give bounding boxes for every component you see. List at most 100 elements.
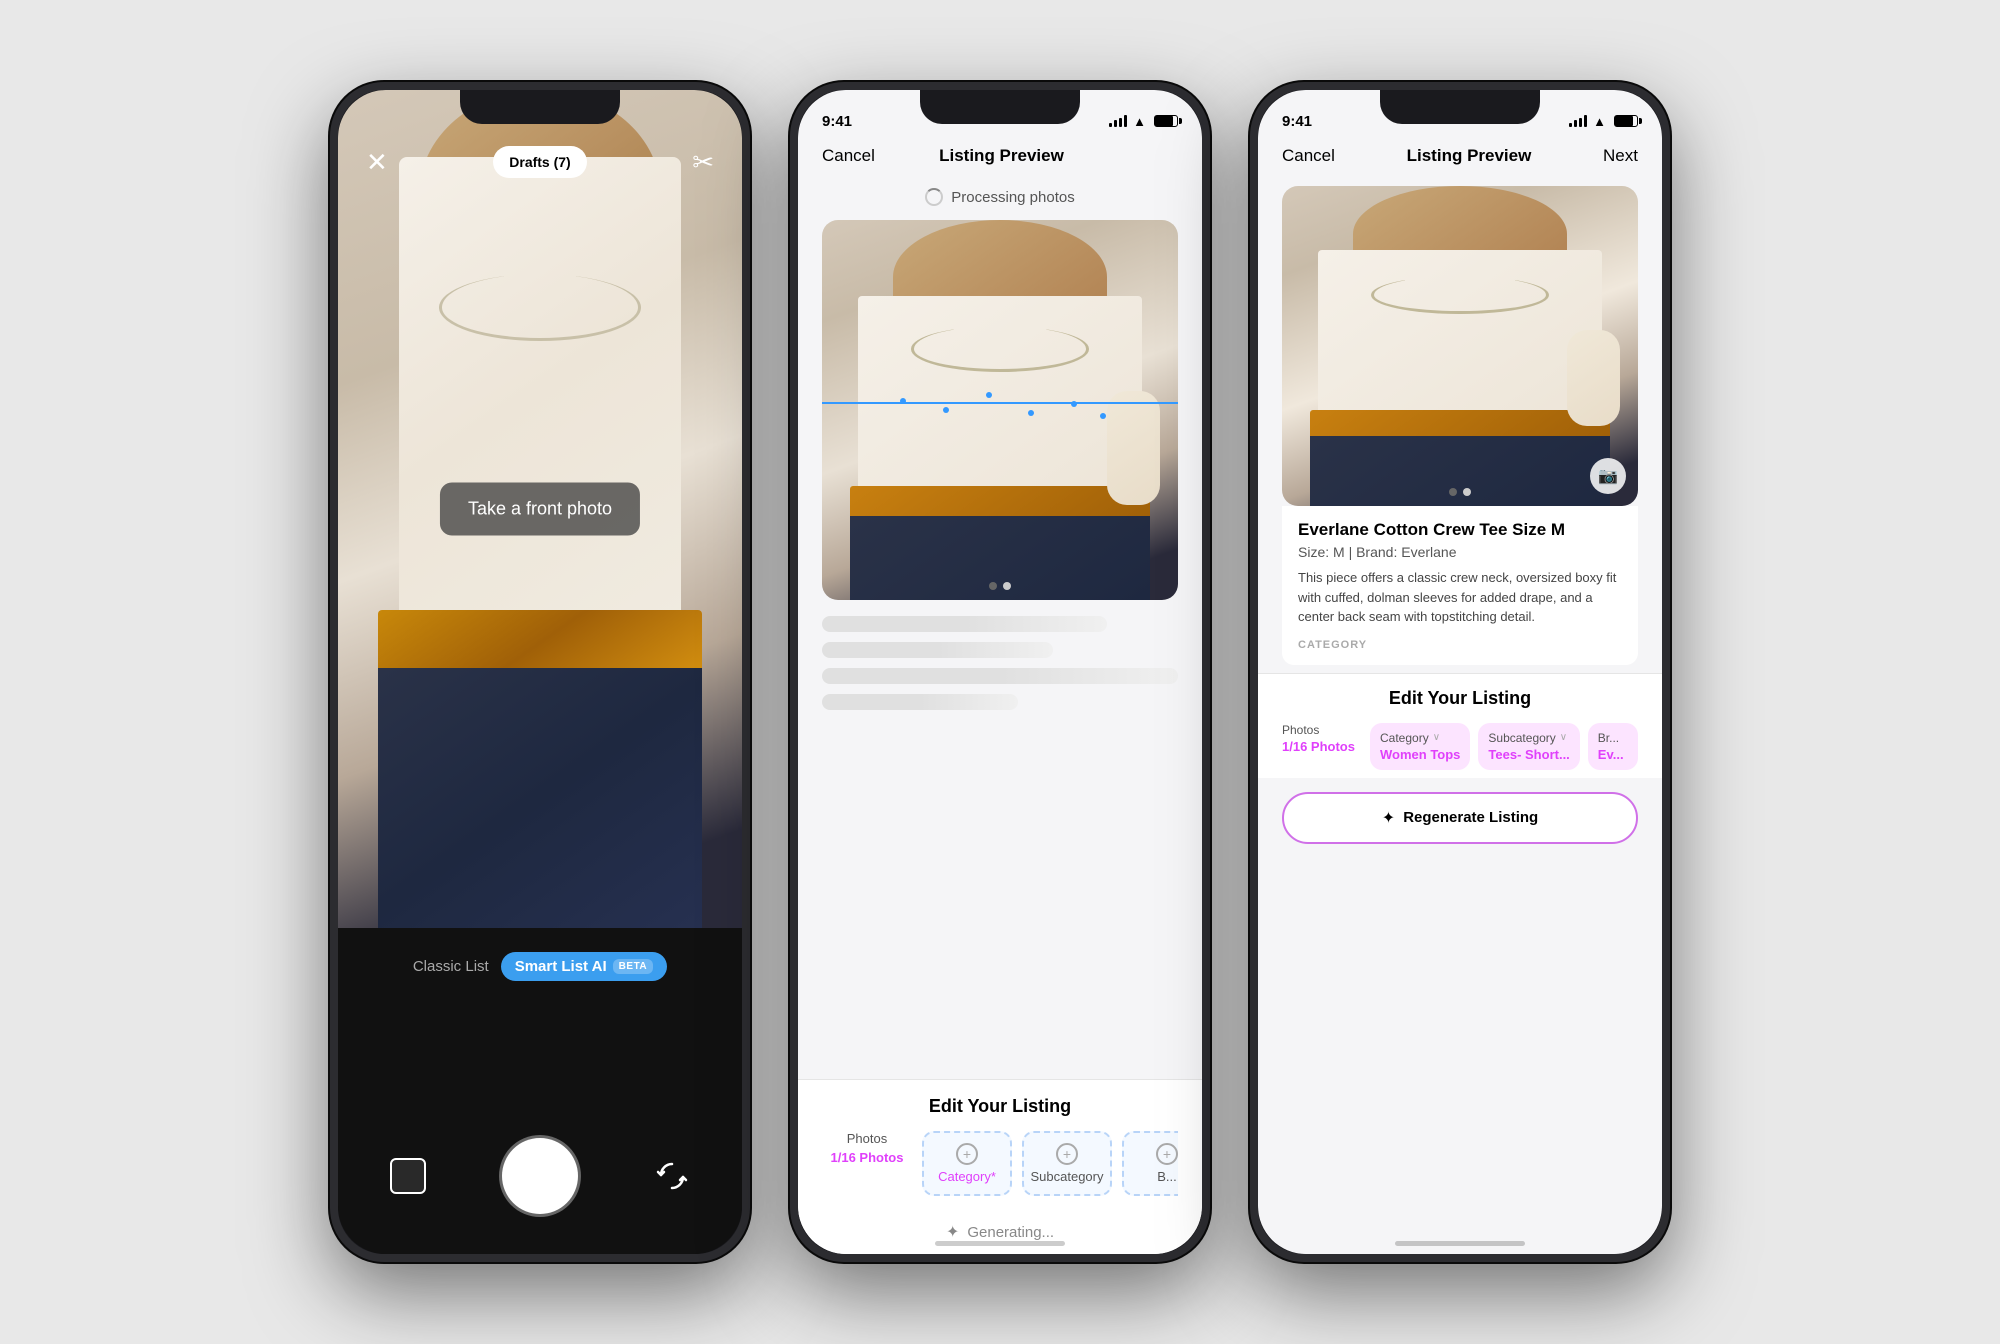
phone-2: 9:41 ▲ Cancel Listing Prev <box>790 82 1210 1262</box>
status-icons-3: ▲ <box>1569 114 1638 129</box>
wifi-icon-2: ▲ <box>1133 114 1146 129</box>
processing-label: Processing photos <box>798 178 1202 212</box>
battery-icon-2 <box>1154 115 1178 127</box>
front-photo-overlay: Take a front photo <box>440 483 640 536</box>
phone-1-notch <box>460 90 620 124</box>
cancel-button-2[interactable]: Cancel <box>822 146 875 166</box>
scan-dot-5 <box>1071 401 1077 407</box>
signal-bar-2 <box>1114 120 1117 127</box>
listing-description: This piece offers a classic crew neck, o… <box>1298 568 1622 627</box>
classic-list-label[interactable]: Classic List <box>413 958 489 975</box>
battery-icon-3 <box>1614 115 1638 127</box>
battery-fill-2 <box>1155 116 1173 126</box>
scan-dot-6 <box>1100 413 1106 419</box>
signal-bar-3-2 <box>1574 120 1577 127</box>
scan-dot-3 <box>986 392 992 398</box>
drafts-button[interactable]: Drafts (7) <box>493 146 586 178</box>
signal-bars-3 <box>1569 115 1587 127</box>
image-indicators-3 <box>1449 488 1471 496</box>
camera-controls <box>366 1138 714 1214</box>
brand-tab-value-3: Ev... <box>1598 747 1624 762</box>
brand-tab-2[interactable]: + B... <box>1122 1131 1178 1196</box>
brand-tab-label-3: Br... <box>1598 731 1619 745</box>
phone-1: Take a front photo ✕ Drafts (7) ✂ Classi… <box>330 82 750 1262</box>
category-tab-label-3: Category <box>1380 731 1429 745</box>
camera-badge[interactable]: 📷 <box>1590 458 1626 494</box>
category-icon-2: + <box>956 1143 978 1165</box>
nav-title-2: Listing Preview <box>939 146 1064 166</box>
cancel-button-3[interactable]: Cancel <box>1282 146 1335 166</box>
skeleton-2 <box>822 642 1053 658</box>
gallery-button[interactable] <box>386 1154 430 1198</box>
flip-icon <box>654 1158 690 1194</box>
scan-dot-2 <box>943 407 949 413</box>
subcategory-tab-label-3: Subcategory <box>1488 731 1555 745</box>
signal-bars-2 <box>1109 115 1127 127</box>
battery-fill-3 <box>1615 116 1633 126</box>
status-time-2: 9:41 <box>822 113 852 130</box>
nav-bar-2: Cancel Listing Preview <box>798 138 1202 178</box>
signal-bar-3 <box>1119 118 1122 127</box>
category-tab-2[interactable]: + Category* <box>922 1131 1012 1196</box>
skeleton-4 <box>822 694 1018 710</box>
wifi-icon-3: ▲ <box>1593 114 1606 129</box>
indicator-3-2 <box>1463 488 1471 496</box>
status-time-3: 9:41 <box>1282 113 1312 130</box>
necklace <box>439 274 641 341</box>
signal-bar-3-1 <box>1569 123 1572 127</box>
scan-dot-4 <box>1028 410 1034 416</box>
skeleton-1 <box>822 616 1107 632</box>
subcategory-label-2: Subcategory <box>1031 1169 1104 1184</box>
subcategory-tab-2[interactable]: + Subcategory <box>1022 1131 1112 1196</box>
brand-label-2: B... <box>1157 1169 1177 1184</box>
shirt <box>399 157 682 618</box>
scissors-icon[interactable]: ✂ <box>692 149 714 175</box>
shutter-button[interactable] <box>502 1138 578 1214</box>
phone-1-screen: Take a front photo ✕ Drafts (7) ✂ Classi… <box>338 90 742 1254</box>
mode-selector: Classic List Smart List AI BETA <box>413 952 667 981</box>
gallery-icon <box>390 1158 426 1194</box>
processing-spinner <box>925 188 943 206</box>
phone-3-screen: 9:41 ▲ Cancel Listing Prev <box>1258 90 1662 1254</box>
p-shirt-3 <box>1318 250 1603 416</box>
brand-tab-3[interactable]: Br... Ev... <box>1588 723 1638 770</box>
edit-listing-title-2: Edit Your Listing <box>822 1096 1178 1117</box>
person-photo-3 <box>1282 186 1638 506</box>
signal-bar-3-4 <box>1584 115 1587 127</box>
generating-bar: ✦ Generating... <box>798 1208 1202 1254</box>
regenerate-button[interactable]: ✦ Regenerate Listing <box>1282 792 1638 844</box>
generating-text: Generating... <box>967 1224 1054 1241</box>
camera-photo: Take a front photo <box>338 90 742 928</box>
belt <box>378 610 701 677</box>
indicator-2 <box>1003 582 1011 590</box>
p-belt-2 <box>850 486 1149 520</box>
indicator-1 <box>989 582 997 590</box>
phone-2-screen: 9:41 ▲ Cancel Listing Prev <box>798 90 1202 1254</box>
image-indicators-2 <box>989 582 1011 590</box>
signal-bar-1 <box>1109 123 1112 127</box>
photos-tab-label-2: Photos <box>847 1131 887 1146</box>
flip-camera-button[interactable] <box>650 1154 694 1198</box>
camera-icon: 📷 <box>1598 466 1618 486</box>
photos-tab-2[interactable]: Photos 1/16 Photos <box>822 1131 912 1196</box>
edit-listing-section-2: Edit Your Listing Photos 1/16 Photos + C… <box>798 1079 1202 1208</box>
signal-bar-3-3 <box>1579 118 1582 127</box>
phone-3-notch <box>1380 90 1540 124</box>
subcategory-tab-3[interactable]: Subcategory ∨ Tees- Short... <box>1478 723 1579 770</box>
status-icons-2: ▲ <box>1109 114 1178 129</box>
home-indicator-2 <box>935 1241 1065 1246</box>
p-belt-3 <box>1310 410 1609 439</box>
jeans <box>378 668 701 928</box>
phone-2-notch <box>920 90 1080 124</box>
photos-tab-3[interactable]: Photos 1/16 Photos <box>1282 723 1362 770</box>
nav-bar-3: Cancel Listing Preview Next <box>1258 138 1662 178</box>
close-icon[interactable]: ✕ <box>366 149 388 175</box>
category-tab-3[interactable]: Category ∨ Women Tops <box>1370 723 1470 770</box>
category-section-label: CATEGORY <box>1298 639 1622 651</box>
smart-list-button[interactable]: Smart List AI BETA <box>501 952 667 981</box>
next-button-3[interactable]: Next <box>1603 146 1638 166</box>
category-tab-value-3: Women Tops <box>1380 747 1460 762</box>
edit-listing-title-3: Edit Your Listing <box>1282 688 1638 709</box>
edit-tabs-2: Photos 1/16 Photos + Category* + Subcate… <box>822 1131 1178 1200</box>
regen-icon: ✦ <box>1382 808 1395 828</box>
